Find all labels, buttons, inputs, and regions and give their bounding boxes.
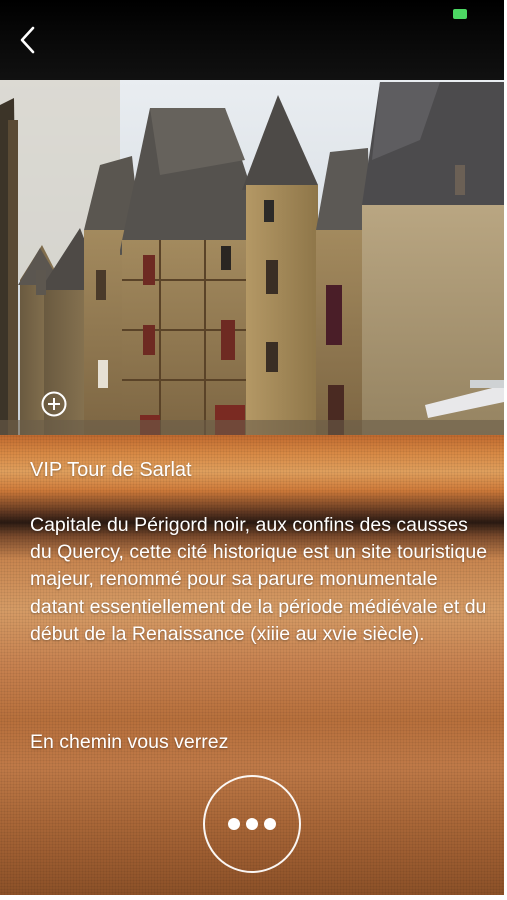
plus-circle-icon (41, 391, 67, 417)
more-button[interactable] (203, 775, 301, 873)
hero-photo (0, 80, 504, 435)
app-screen: VIP Tour de Sarlat Capitale du Périgord … (0, 0, 504, 895)
chevron-left-icon (20, 26, 35, 54)
top-bar (0, 0, 504, 80)
tour-description: Capitale du Périgord noir, aux confins d… (30, 514, 488, 645)
sarlat-street-photo (0, 80, 504, 435)
tour-title: VIP Tour de Sarlat (30, 459, 192, 481)
back-button[interactable] (10, 22, 46, 58)
ellipsis-icon-dot (246, 818, 258, 830)
zoom-button[interactable] (40, 390, 68, 418)
ellipsis-icon-dot (228, 818, 240, 830)
tour-subheading: En chemin vous verrez (30, 731, 229, 753)
ellipsis-icon-dot (264, 818, 276, 830)
battery-icon (453, 9, 467, 19)
